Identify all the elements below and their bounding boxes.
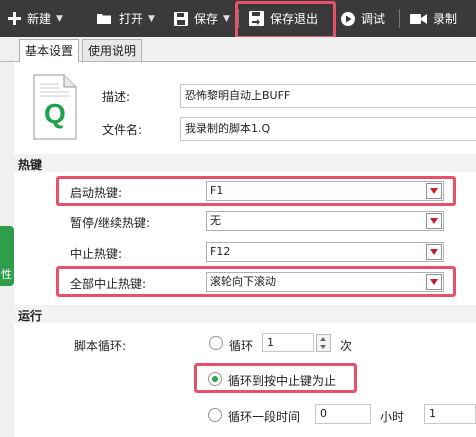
- description-label: 描述:: [102, 90, 131, 104]
- record-label: 录制: [433, 12, 458, 26]
- loop-count-unit: 次: [340, 339, 353, 353]
- record-button[interactable]: 录制: [410, 0, 457, 37]
- loop-label: 脚本循环:: [74, 339, 127, 353]
- chevron-down-icon: ▼: [223, 13, 230, 24]
- filename-label: 文件名:: [102, 123, 143, 137]
- filename-input[interactable]: 我录制的脚本1.Q: [180, 117, 476, 141]
- hotkeys-section-header: [14, 154, 476, 172]
- dropdown-arrow-icon[interactable]: [426, 213, 442, 229]
- plus-icon: [8, 12, 21, 25]
- highlight-loop-until-stop: [194, 363, 357, 393]
- run-section-header: [14, 305, 476, 323]
- loop-duration-label: 循环一段时间: [228, 410, 301, 424]
- loop-count-option-label: 循环: [229, 339, 254, 353]
- loop-count-stepper[interactable]: [316, 334, 331, 352]
- stop-hotkey-label: 中止热键:: [70, 247, 123, 261]
- pause-hotkey-value: 无: [210, 214, 221, 227]
- script-file-icon: Q: [33, 74, 77, 140]
- loop-duration-radio[interactable]: [208, 408, 222, 422]
- loop-count-input[interactable]: 1: [262, 333, 314, 352]
- save-icon: [174, 11, 188, 26]
- description-input[interactable]: 恐怖黎明自动上BUFF: [180, 84, 476, 108]
- loop-count-radio[interactable]: [209, 336, 223, 350]
- new-button[interactable]: 新建 ▼: [8, 0, 63, 37]
- video-camera-icon: [410, 13, 427, 24]
- file-icon-letter: Q: [44, 98, 66, 129]
- tab-usage-notes[interactable]: 使用说明: [82, 39, 143, 61]
- hotkeys-section-title: 热键: [18, 158, 43, 172]
- new-label: 新建: [27, 12, 52, 26]
- hours-input[interactable]: 0: [315, 404, 371, 424]
- stop-hotkey-value: F12: [210, 245, 231, 258]
- tab-bar: 基本设置 使用说明: [0, 37, 476, 62]
- highlight-save-exit: [235, 1, 336, 39]
- side-tab-label: 性: [1, 268, 12, 281]
- folder-icon: [97, 14, 111, 24]
- toolbar-divider: [399, 9, 400, 28]
- chevron-down-icon: ▼: [56, 13, 63, 24]
- stop-hotkey-select[interactable]: F12: [206, 242, 444, 262]
- tab-basic-settings[interactable]: 基本设置: [19, 39, 80, 62]
- save-button[interactable]: 保存 ▼: [174, 0, 230, 37]
- highlight-stop-all-hotkey: [56, 266, 456, 297]
- side-tab[interactable]: 性: [0, 226, 14, 286]
- run-section-title: 运行: [18, 309, 43, 323]
- debug-button[interactable]: 调试: [341, 0, 385, 37]
- pause-hotkey-label: 暂停/继续热键:: [70, 216, 151, 230]
- minutes-input[interactable]: 1: [424, 404, 476, 424]
- pause-hotkey-select[interactable]: 无: [206, 211, 444, 231]
- open-button[interactable]: 打开 ▼: [97, 0, 155, 37]
- debug-label: 调试: [361, 12, 386, 26]
- chevron-down-icon: ▼: [148, 13, 155, 24]
- save-label: 保存: [194, 12, 219, 26]
- highlight-start-hotkey: [56, 176, 456, 206]
- hours-unit: 小时: [380, 410, 405, 424]
- open-label: 打开: [119, 12, 144, 26]
- dropdown-arrow-icon[interactable]: [426, 244, 442, 260]
- play-circle-icon: [341, 11, 355, 26]
